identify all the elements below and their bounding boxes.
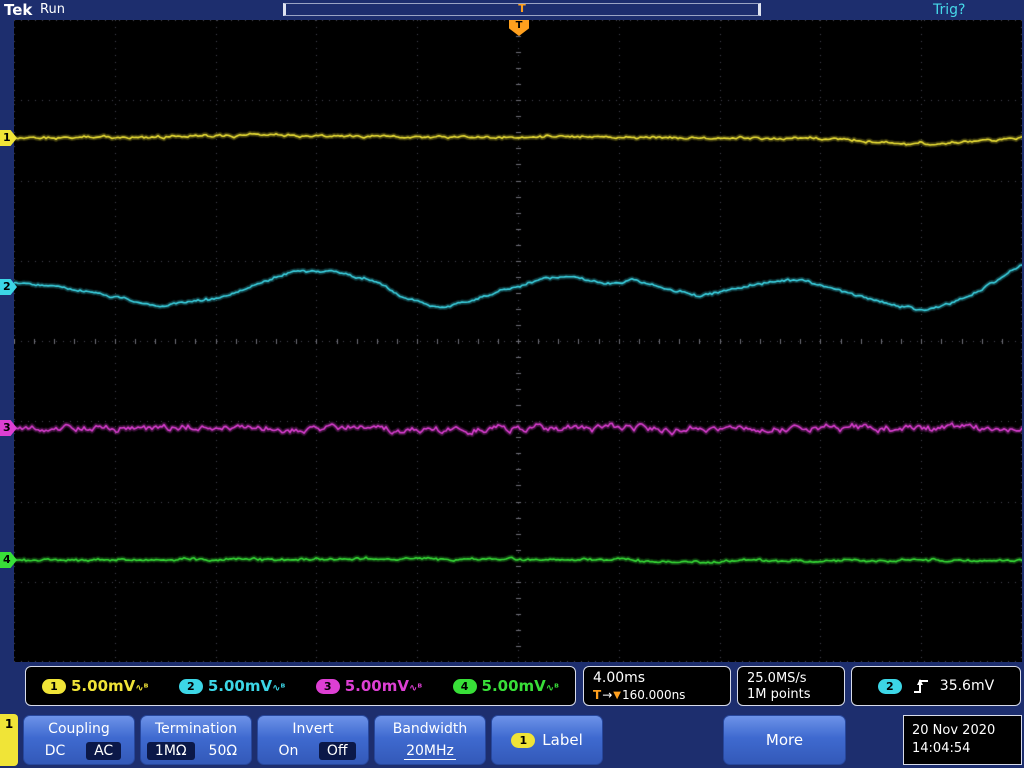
invert-options: On Off (258, 742, 368, 760)
channel-2-scale: 5.00mV∿ᴮ (207, 677, 286, 695)
delay-arrow-icon: → (602, 688, 613, 702)
delay-value: 160.000ns (621, 688, 686, 702)
coupling-button[interactable]: Coupling DC AC (23, 715, 135, 765)
channel-2-badge: 2 (178, 678, 203, 694)
delay-marker-icon: ▼ (613, 689, 621, 701)
channel-2-coupling-icons: ∿ᴮ (272, 683, 286, 694)
channel-1-menu-tab[interactable]: 1 (0, 714, 18, 766)
termination-title: Termination (154, 721, 238, 737)
bottom-menu: 1 Coupling DC AC Termination 1MΩ 50Ω Inv… (0, 712, 1024, 768)
termination-options: 1MΩ 50Ω (141, 742, 251, 760)
date-display: 20 Nov 2020 (912, 723, 996, 738)
coupling-dc-option[interactable]: DC (37, 742, 74, 760)
channel-scales-box: 1 5.00mV∿ᴮ 2 5.00mV∿ᴮ 3 5.00mV∿ᴮ 4 5.00m… (25, 666, 576, 706)
bandwidth-value[interactable]: 20MHz (404, 743, 456, 760)
coupling-options: DC AC (24, 742, 134, 760)
channel-4-readout: 4 5.00mV∿ᴮ (452, 677, 559, 695)
label-channel-badge: 1 (511, 732, 536, 748)
trigger-delay-readout: T → ▼ 160.000ns (593, 688, 721, 702)
trigger-box: 2 35.6mV (851, 666, 1021, 706)
acquisition-status: Run (40, 2, 65, 17)
graticule (14, 20, 1022, 662)
more-title: More (765, 731, 804, 749)
tek-logo: Tek (4, 1, 33, 19)
record-view-bar: T (283, 2, 761, 16)
invert-button[interactable]: Invert On Off (257, 715, 369, 765)
top-bar: Tek Run T Trig? (0, 0, 1024, 20)
trigger-position-mini-marker: T (518, 2, 526, 15)
termination-button[interactable]: Termination 1MΩ 50Ω (140, 715, 252, 765)
channel-4-scale: 5.00mV∿ᴮ (481, 677, 559, 695)
timebase-readout: 4.00ms (593, 670, 646, 686)
termination-50ohm-option[interactable]: 50Ω (201, 742, 246, 760)
channel-3-scale: 5.00mV∿ᴮ (344, 677, 423, 695)
trigger-level: 35.6mV (939, 678, 995, 694)
status-bar: 1 5.00mV∿ᴮ 2 5.00mV∿ᴮ 3 5.00mV∿ᴮ 4 5.00m… (0, 666, 1024, 710)
delay-t-icon: T (593, 688, 602, 702)
channel-4-coupling-icons: ∿ᴮ (545, 683, 559, 694)
coupling-title: Coupling (48, 721, 110, 737)
oscilloscope-screen: Tek Run T Trig? T 1 2 3 4 1 5.00mV∿ᴮ 2 5… (0, 0, 1024, 768)
acquisition-box: 25.0MS/s 1M points (737, 666, 845, 706)
trigger-status: Trig? (933, 2, 966, 18)
coupling-ac-option[interactable]: AC (86, 742, 122, 760)
label-button[interactable]: 1 Label (491, 715, 603, 765)
channel-1-badge: 1 (42, 678, 66, 694)
channel-3-badge: 3 (315, 678, 340, 694)
sample-rate: 25.0MS/s (747, 671, 807, 686)
invert-title: Invert (292, 721, 334, 737)
channel-3-readout: 3 5.00mV∿ᴮ (315, 677, 423, 695)
channel-1-readout: 1 5.00mV∿ᴮ (42, 677, 148, 695)
channel-2-readout: 2 5.00mV∿ᴮ (178, 677, 286, 695)
channel-1-coupling-icons: ∿ᴮ (135, 683, 149, 694)
rising-edge-icon (913, 679, 928, 693)
label-title: Label (542, 731, 583, 749)
invert-off-option[interactable]: Off (318, 742, 356, 760)
channel-3-coupling-icons: ∿ᴮ (408, 683, 423, 694)
invert-on-option[interactable]: On (270, 742, 306, 760)
time-display: 14:04:54 (912, 741, 971, 756)
bandwidth-title: Bandwidth (392, 721, 468, 737)
trigger-position-label: T (515, 20, 523, 31)
channel-4-badge: 4 (452, 678, 477, 694)
channel-1-scale: 5.00mV∿ᴮ (71, 677, 149, 695)
more-button[interactable]: More (723, 715, 846, 765)
datetime-box: 20 Nov 2020 14:04:54 (903, 715, 1022, 765)
waveform-display (14, 20, 1022, 662)
termination-1mohm-option[interactable]: 1MΩ (146, 742, 195, 760)
record-length: 1M points (747, 687, 811, 702)
trigger-source-badge: 2 (877, 678, 902, 694)
horizontal-box: 4.00ms T → ▼ 160.000ns (583, 666, 731, 706)
bandwidth-button[interactable]: Bandwidth 20MHz (374, 715, 486, 765)
